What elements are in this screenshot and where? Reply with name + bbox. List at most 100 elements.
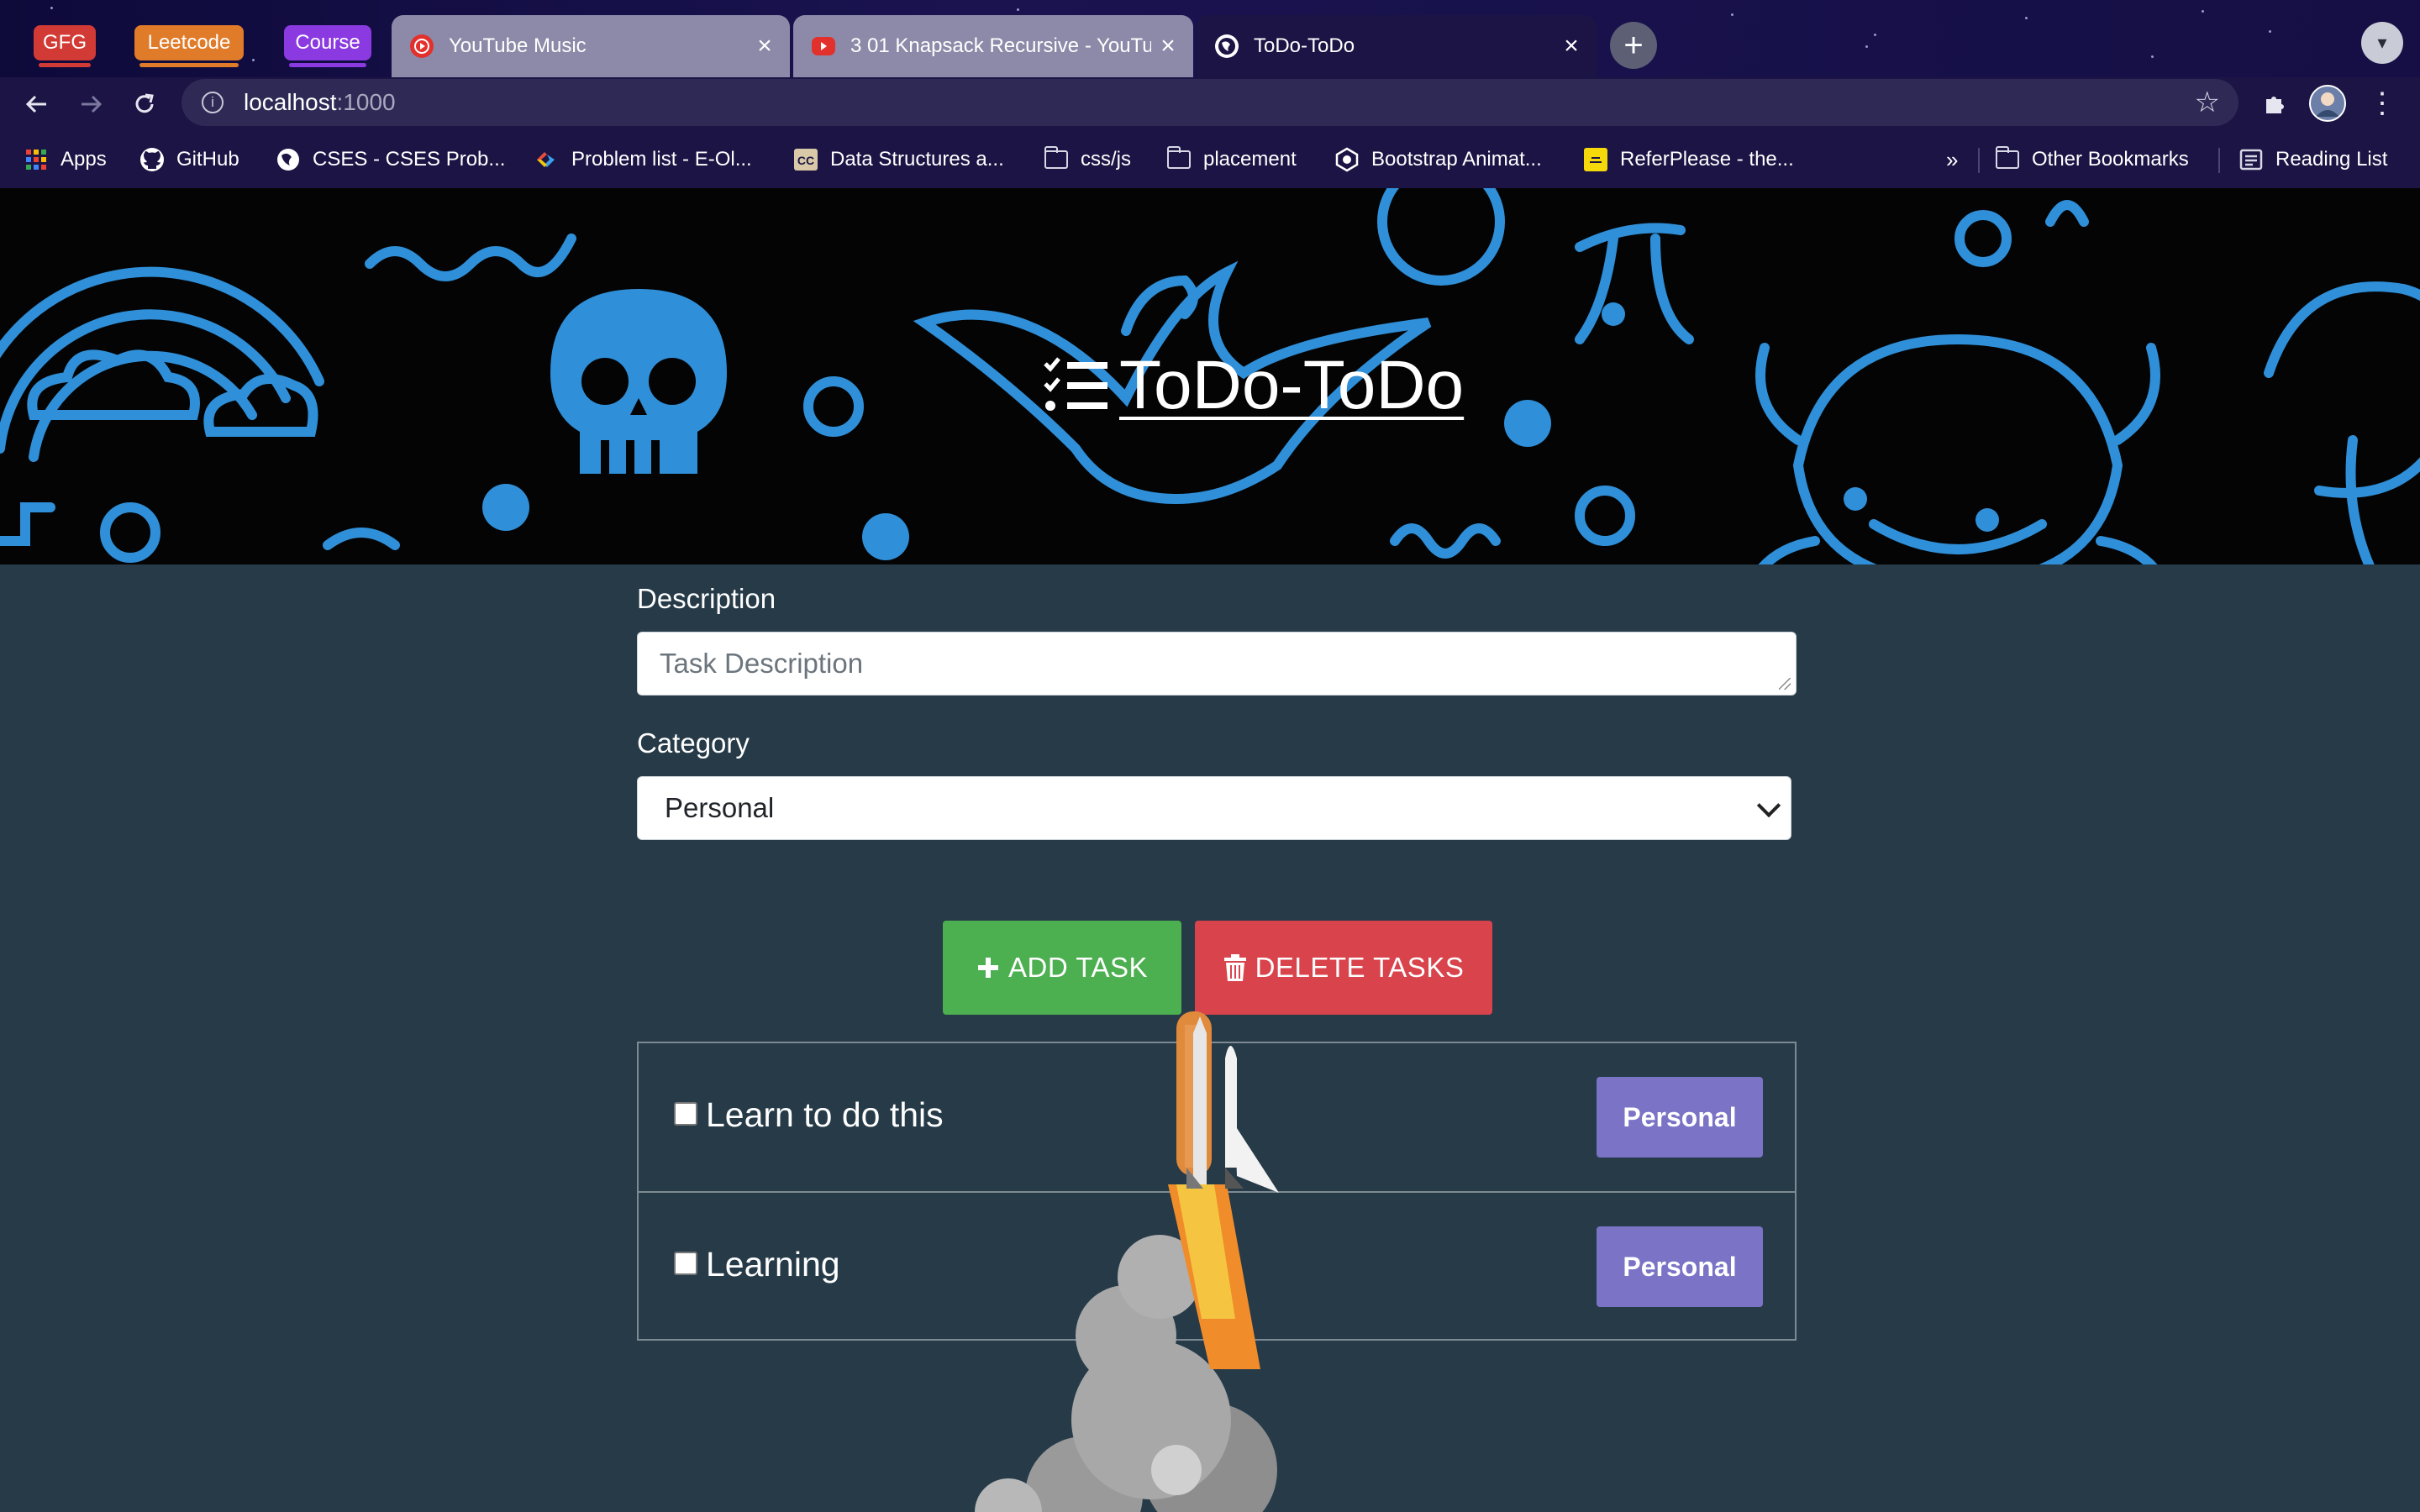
extensions-icon[interactable] [2260, 82, 2289, 124]
category-badge[interactable]: Personal [1597, 1226, 1763, 1307]
bookmark-label: Other Bookmarks [2032, 148, 2189, 171]
folder-icon [1996, 146, 2019, 169]
youtube-icon [812, 37, 835, 55]
bookmark-label: CSES - CSES Prob... [313, 148, 506, 171]
checklist-icon [1042, 355, 1109, 416]
bookmark-folder-cssjs[interactable]: css/js [1044, 143, 1131, 176]
trash-icon [1223, 954, 1247, 981]
reading-list-button[interactable]: Reading List [2238, 143, 2387, 176]
tab-search-button[interactable]: ▾ [2361, 22, 2403, 64]
bookmark-other-bookmarks[interactable]: Other Bookmarks [1995, 143, 2189, 176]
new-tab-button[interactable]: + [1610, 22, 1657, 69]
tab-todo[interactable]: ToDo-ToDo × [1197, 15, 1597, 77]
github-icon [139, 147, 165, 172]
rocket-launch-illustration [975, 1011, 1279, 1512]
resize-grip-icon[interactable] [1779, 678, 1791, 690]
chevron-down-icon: ▾ [2377, 32, 2387, 53]
svg-text:CC: CC [797, 154, 814, 167]
description-label: Description [637, 583, 776, 614]
forward-arrow-icon [82, 95, 103, 113]
bookmark-star-icon[interactable]: ☆ [2195, 86, 2220, 119]
more-menu-icon[interactable]: ⋮ [2368, 82, 2396, 124]
category-badge[interactable]: Personal [1597, 1077, 1763, 1158]
tab-group-label: Course [295, 31, 360, 54]
tab-title: 3 01 Knapsack Recursive - YouTube [850, 34, 1151, 57]
bookmark-label: Bootstrap Animat... [1371, 148, 1542, 171]
bookmark-data-structures[interactable]: CC Data Structures a... [793, 143, 1004, 176]
close-icon[interactable]: × [748, 32, 781, 60]
description-input[interactable]: Task Description [637, 632, 1797, 696]
hero-banner: ToDo-ToDo [0, 188, 2420, 564]
plus-icon [976, 956, 1000, 979]
plus-icon: + [1623, 26, 1644, 64]
apps-grid-icon [24, 147, 49, 172]
bootstrap-icon [1334, 147, 1360, 172]
category-label: Category [637, 727, 750, 759]
add-task-label: ADD TASK [1008, 952, 1148, 983]
avatar[interactable] [2309, 82, 2346, 124]
tab-title: ToDo-ToDo [1254, 34, 1355, 57]
tab-group-leetcode[interactable]: Leetcode [134, 25, 244, 67]
url-port: :1000 [336, 89, 396, 115]
bookmark-label: placement [1203, 148, 1297, 171]
close-icon[interactable]: × [1151, 32, 1185, 60]
bookmark-github[interactable]: GitHub [139, 143, 239, 176]
url-host: localhost [244, 89, 337, 115]
bookmark-eolymp[interactable]: Problem list - E-Ol... [534, 143, 752, 176]
bookmark-referplease[interactable]: ReferPlease - the... [1583, 143, 1794, 176]
back-arrow-icon [25, 95, 46, 113]
bookmarks-divider [2218, 148, 2220, 173]
category-selected-value: Personal [665, 792, 775, 823]
reading-list-icon [2238, 147, 2264, 172]
bookmark-folder-placement[interactable]: placement [1166, 143, 1297, 176]
globe-icon [1215, 34, 1239, 58]
overflow-label: » [1946, 146, 1959, 172]
bookmarks-divider [1978, 148, 1980, 173]
rocket [1176, 1011, 1279, 1193]
delete-tasks-label: DELETE TASKS [1255, 952, 1465, 983]
bookmark-label: GitHub [176, 148, 239, 171]
url-text: localhost:1000 [244, 89, 396, 116]
bookmark-label: Data Structures a... [830, 148, 1004, 171]
tab-youtube-music[interactable]: YouTube Music × [392, 15, 790, 77]
globe-icon [276, 147, 301, 172]
description-placeholder: Task Description [660, 648, 864, 679]
cc-icon: CC [793, 147, 818, 172]
tab-group-label: GFG [43, 31, 87, 54]
close-icon[interactable]: × [1555, 32, 1588, 60]
folder-icon [1167, 146, 1191, 169]
bookmark-label: css/js [1081, 148, 1131, 171]
tab-title: YouTube Music [449, 34, 587, 57]
chevron-down-icon [1756, 793, 1781, 818]
tab-group-gfg[interactable]: GFG [34, 25, 96, 67]
back-button[interactable] [17, 84, 57, 124]
tab-group-label: Leetcode [147, 31, 231, 54]
task-text: Learning [706, 1245, 840, 1284]
category-select[interactable]: Personal [637, 776, 1791, 840]
bookmark-label: Reading List [2275, 148, 2388, 171]
reload-icon [135, 93, 154, 113]
task-checkbox[interactable] [674, 1102, 697, 1126]
brand-title: ToDo-ToDo [1119, 347, 1465, 423]
task-checkbox[interactable] [674, 1252, 697, 1275]
forward-button[interactable] [71, 84, 111, 124]
site-info-icon[interactable]: i [202, 92, 224, 113]
eolymp-icon [534, 147, 560, 172]
address-bar[interactable]: i localhost:1000 ☆ [182, 79, 2238, 126]
tab-group-underline [139, 63, 239, 67]
page-title: ToDo-ToDo [1042, 346, 1464, 425]
bookmark-label: Problem list - E-Ol... [571, 148, 752, 171]
tab-group-underline [289, 63, 366, 67]
bookmark-label: Apps [60, 148, 107, 171]
folder-icon [1044, 146, 1068, 169]
bookmark-cses[interactable]: CSES - CSES Prob... [276, 143, 505, 176]
reload-button[interactable] [124, 84, 165, 124]
bookmarks-overflow-button[interactable]: » [1946, 143, 1958, 176]
tab-group-underline [39, 63, 91, 67]
tab-group-course[interactable]: Course [284, 25, 371, 67]
youtube-music-icon [410, 34, 434, 58]
tab-knapsack[interactable]: 3 01 Knapsack Recursive - YouTube × [793, 15, 1193, 77]
bookmark-bootstrap[interactable]: Bootstrap Animat... [1334, 143, 1542, 176]
bookmark-label: ReferPlease - the... [1620, 148, 1794, 171]
bookmark-apps[interactable]: Apps [24, 143, 107, 176]
